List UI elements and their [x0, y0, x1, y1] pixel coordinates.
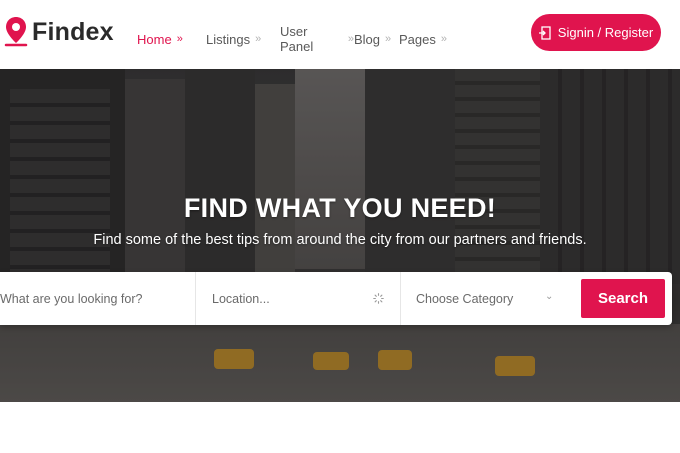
nav-item-home[interactable]: Home » [137, 24, 206, 54]
signin-register-button[interactable]: Signin / Register [531, 14, 661, 51]
nav-item-pages[interactable]: Pages » [399, 24, 447, 54]
double-chevron-icon: » [176, 33, 183, 45]
hero-title: FIND WHAT YOU NEED! [183, 193, 497, 223]
signin-label: Signin / Register [557, 25, 654, 40]
logo[interactable]: Findex [4, 14, 114, 50]
map-pin-icon [4, 17, 28, 47]
search-button[interactable]: Search [581, 279, 665, 318]
nav-item-user-panel[interactable]: User Panel » [280, 24, 354, 54]
location-input[interactable] [212, 291, 362, 306]
login-icon [538, 25, 551, 40]
nav-item-label: Listings [206, 31, 251, 47]
nav-item-listings[interactable]: Listings » [206, 24, 280, 54]
nav-item-label: Blog [354, 31, 381, 47]
double-chevron-icon: » [440, 33, 447, 45]
nav-item-label: Home [137, 31, 172, 47]
double-chevron-icon: » [385, 33, 392, 45]
hero-section: FIND WHAT YOU NEED! Find some of the bes… [0, 69, 680, 402]
what-field[interactable] [0, 272, 196, 325]
category-selected-value: Choose Category [416, 291, 514, 306]
what-input[interactable] [0, 291, 190, 306]
main-nav: Home » Listings » User Panel » Blog » Pa… [137, 24, 447, 54]
spinner-icon[interactable] [373, 293, 384, 304]
double-chevron-icon: » [255, 33, 262, 45]
brand-name: Findex [32, 17, 114, 46]
nav-item-label: Pages [399, 31, 436, 47]
nav-item-label: User Panel [280, 24, 314, 54]
search-bar: Choose Category ⌄ Search [0, 272, 672, 325]
location-field[interactable] [197, 272, 401, 325]
hero-subtitle: Find some of the best tips from around t… [93, 232, 587, 248]
category-select[interactable]: Choose Category ⌄ [402, 272, 568, 325]
chevron-down-icon: ⌄ [545, 291, 554, 302]
nav-item-blog[interactable]: Blog » [354, 24, 399, 54]
site-header: Findex Home » Listings » User Panel » Bl… [0, 0, 680, 68]
